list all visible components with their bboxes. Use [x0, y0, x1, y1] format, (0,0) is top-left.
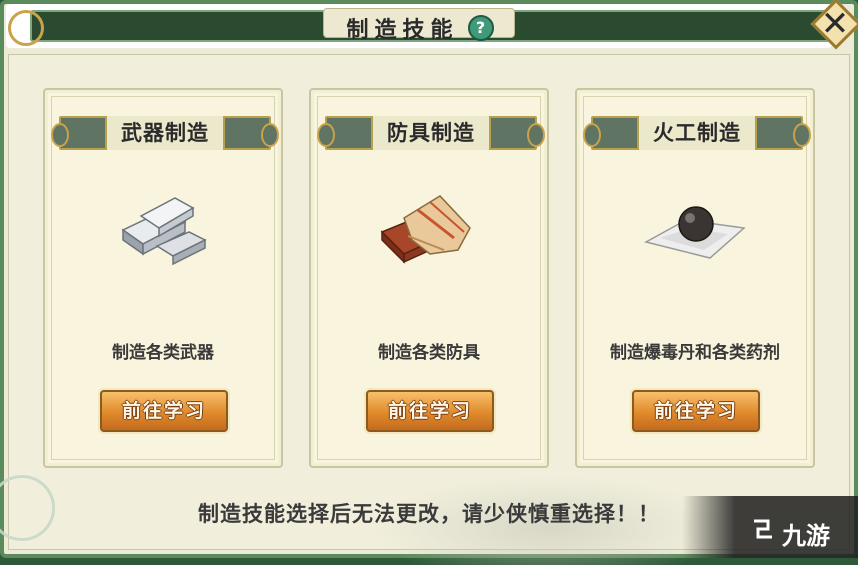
- help-icon[interactable]: ?: [467, 15, 494, 41]
- page-title: 制造技能: [346, 17, 459, 43]
- close-icon: ✕: [820, 4, 850, 44]
- title-plate: 制造技能 ?: [323, 8, 515, 43]
- title-bar: 制造技能 ?: [6, 4, 832, 48]
- cloth-armor-icon: [311, 188, 547, 278]
- card-title: 火工制造: [637, 116, 757, 150]
- learn-button-armor[interactable]: 前往学习: [366, 390, 494, 432]
- card-header: 防具制造: [317, 116, 545, 150]
- card-header: 火工制造: [583, 116, 811, 150]
- card-header: 武器制造: [51, 116, 279, 150]
- card-armor-crafting: 防具制造 制造各类防具 前往学习: [309, 88, 549, 468]
- card-description: 制造各类武器: [112, 343, 214, 363]
- close-button[interactable]: ✕: [810, 0, 858, 50]
- card-description: 制造爆毒丹和各类药剂: [610, 343, 780, 363]
- watermark-text: 九游: [782, 522, 830, 550]
- learn-button-weapon[interactable]: 前往学习: [100, 390, 228, 432]
- card-fire-crafting: 火工制造 制造爆毒丹和各类药剂 前往学习: [575, 88, 815, 468]
- silver-ingots-icon: [45, 188, 281, 278]
- card-title: 防具制造: [371, 116, 491, 150]
- card-description: 制造各类防具: [378, 343, 480, 363]
- jiuyou-logo-icon: [748, 515, 778, 545]
- learn-button-fire[interactable]: 前往学习: [632, 390, 760, 432]
- card-weapon-crafting: 武器制造 制造各类武器 前往学习: [43, 88, 283, 468]
- card-title: 武器制造: [105, 116, 225, 150]
- bomb-pill-icon: [577, 188, 813, 278]
